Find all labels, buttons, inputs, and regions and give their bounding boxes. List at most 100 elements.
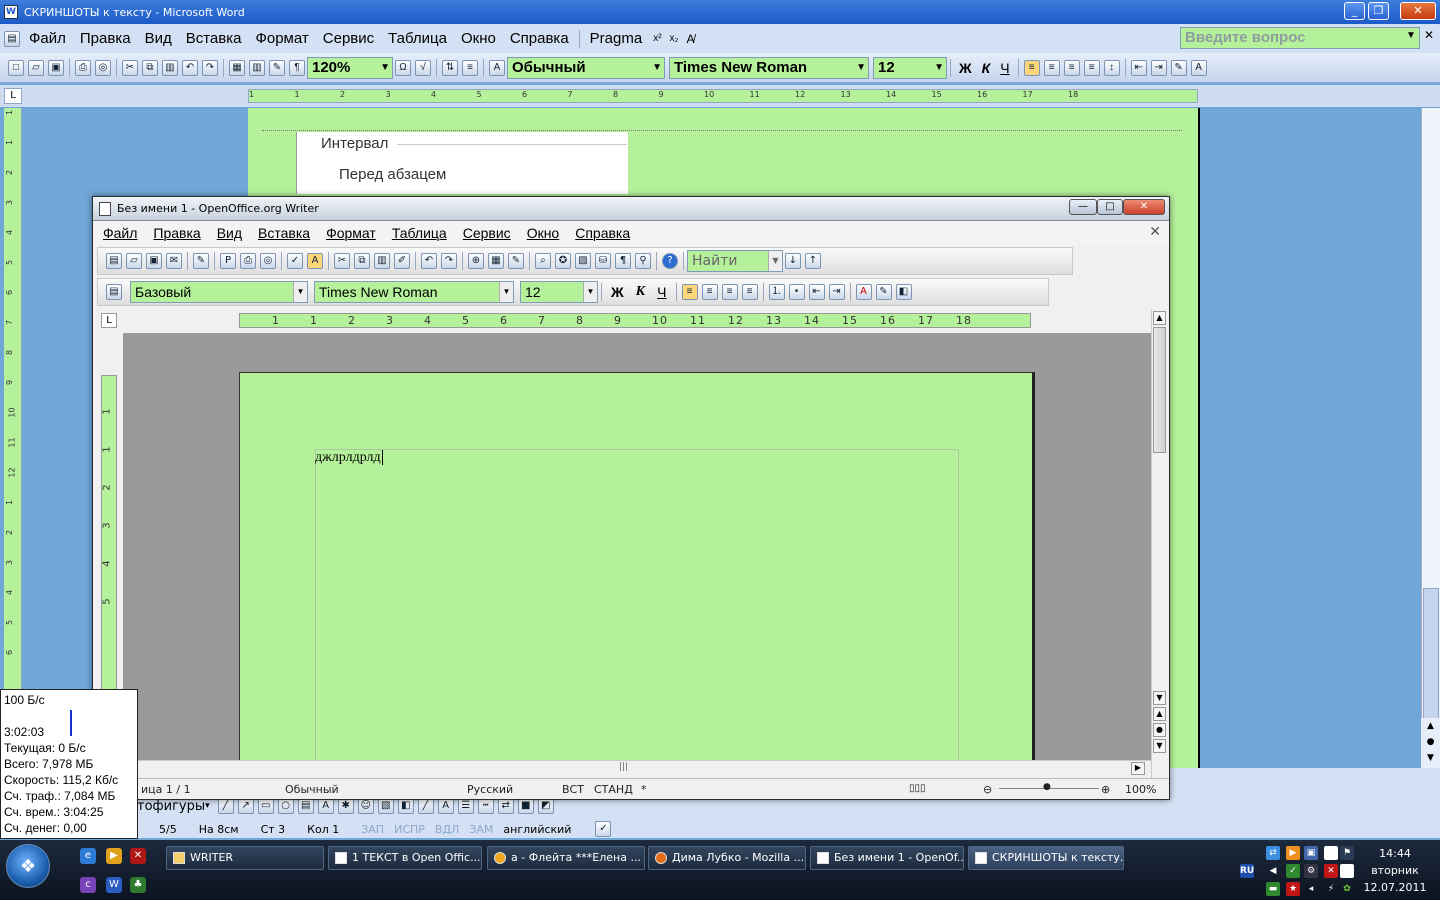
writer-hscroll-grip[interactable]: ||| <box>619 762 628 772</box>
undo-icon[interactable]: ↶ <box>182 59 198 76</box>
autoshapes-menu[interactable]: тофигуры <box>137 799 205 814</box>
ask-dropdown-icon[interactable]: ▼ <box>1406 30 1416 41</box>
writer-clone-icon[interactable]: ✐ <box>394 253 410 269</box>
tray-language-indicator[interactable]: RU <box>1240 864 1254 878</box>
writer-menu-tools[interactable]: Сервис <box>463 225 511 241</box>
word-vertical-scrollbar[interactable] <box>1421 108 1440 748</box>
tray-volume-icon[interactable]: ◂ <box>1304 882 1318 896</box>
writer-datasource-icon[interactable]: ⛁ <box>595 253 611 269</box>
writer-underline-button[interactable]: Ч <box>657 284 666 300</box>
new-doc-icon[interactable]: □ <box>8 59 24 76</box>
writer-new-icon[interactable]: ▤ <box>106 253 122 269</box>
writer-align-left-icon[interactable]: ≡ <box>681 284 698 300</box>
taskbar-item-firefox[interactable]: Дима Лубко - Mozilla ... <box>648 846 806 870</box>
status-language[interactable]: английский <box>503 823 571 836</box>
font-color-icon[interactable]: A <box>1190 59 1207 76</box>
sort-icon[interactable]: ⇅ <box>442 59 458 76</box>
list-icon[interactable]: ≡ <box>462 59 478 76</box>
writer-print-icon[interactable]: ⎙ <box>240 253 256 269</box>
tray-white-icon[interactable] <box>1340 864 1354 878</box>
align-right-icon[interactable]: ≡ <box>1063 59 1080 76</box>
cut-icon[interactable]: ✂ <box>122 59 138 76</box>
omega-icon[interactable]: Ω <box>395 59 411 76</box>
start-button[interactable]: ❖ <box>6 844 50 888</box>
picture-tool-icon[interactable]: ▧ <box>377 798 394 814</box>
writer-help-icon[interactable]: ? <box>662 253 678 269</box>
arrow-style-icon[interactable]: ⇄ <box>497 798 514 814</box>
textbox-tool-icon[interactable]: ▤ <box>297 798 314 814</box>
wordart-tool-icon[interactable]: A <box>317 798 334 814</box>
word-italic-button[interactable]: К <box>982 60 991 76</box>
oval-tool-icon[interactable]: ○ <box>277 798 294 814</box>
writer-justify-icon[interactable]: ≡ <box>741 284 758 300</box>
rectangle-tool-icon[interactable]: ▭ <box>257 798 274 814</box>
taskbar-item-writer-folder[interactable]: WRITER <box>166 846 324 870</box>
quicklaunch-x-icon[interactable]: ✕ <box>130 848 146 864</box>
columns-icon[interactable]: ▥ <box>249 59 265 76</box>
writer-scroll-thumb[interactable] <box>1153 327 1166 453</box>
line-color-icon[interactable]: ╱ <box>417 798 434 814</box>
shadow-icon[interactable]: ■ <box>517 798 534 814</box>
word-size-select[interactable]: 12 ▼ <box>873 56 947 79</box>
writer-tab-selector[interactable]: L <box>101 313 117 328</box>
writer-menu-format[interactable]: Формат <box>326 225 376 241</box>
writer-align-right-icon[interactable]: ≡ <box>721 284 738 300</box>
word-menu-tools[interactable]: Сервис <box>323 30 374 47</box>
writer-navigation-icon[interactable]: ● <box>1153 723 1166 737</box>
tray-blank-icon[interactable] <box>1324 846 1338 860</box>
arrow-tool-icon[interactable]: ↗ <box>237 798 254 814</box>
open-icon[interactable]: ▱ <box>28 59 44 76</box>
writer-paste-icon[interactable]: ▥ <box>374 253 390 269</box>
writer-edit-mode-icon[interactable]: ✎ <box>193 253 209 269</box>
writer-zoom-slider-thumb[interactable]: ● <box>1043 782 1051 792</box>
writer-gallery-icon[interactable]: ▧ <box>575 253 591 269</box>
tray-leaf-icon[interactable]: ✿ <box>1340 882 1354 896</box>
word-menu-window[interactable]: Окно <box>461 30 496 47</box>
draw-font-color-icon[interactable]: A <box>437 798 454 814</box>
status-track[interactable]: ИСПР <box>394 823 425 836</box>
diagram-tool-icon[interactable]: ✱ <box>337 798 354 814</box>
writer-save-icon[interactable]: ▣ <box>146 253 162 269</box>
highlight-icon[interactable]: ✎ <box>1170 59 1187 76</box>
writer-menu-window[interactable]: Окно <box>527 225 560 241</box>
word-style-select[interactable]: Обычный ▼ <box>507 56 665 79</box>
styles-icon[interactable]: A <box>489 59 505 76</box>
status-overtype[interactable]: ЗАМ <box>469 823 493 836</box>
tray-green-icon[interactable]: ▬ <box>1266 882 1280 896</box>
writer-vertical-scrollbar[interactable]: ▲ ▼ ▲ ● ▼ <box>1151 309 1167 779</box>
formula-icon[interactable]: √ <box>415 59 431 76</box>
word-doc-close-icon[interactable]: ✕ <box>1424 28 1434 42</box>
writer-table-icon[interactable]: ▦ <box>488 253 504 269</box>
writer-pdf-icon[interactable]: P <box>220 253 236 269</box>
tray-settings-icon[interactable]: ⚙ <box>1304 864 1318 878</box>
find-previous-icon[interactable]: ↑ <box>805 253 821 269</box>
writer-draw-icon[interactable]: ✎ <box>508 253 524 269</box>
writer-close-button[interactable]: ✕ <box>1123 199 1165 215</box>
clipart-tool-icon[interactable]: ☺ <box>357 798 374 814</box>
writer-hyperlink-icon[interactable]: ⊕ <box>468 253 484 269</box>
word-bold-button[interactable]: Ж <box>959 60 972 76</box>
writer-font-color-icon[interactable]: A <box>855 284 872 300</box>
drawing-icon[interactable]: ✎ <box>269 59 285 76</box>
writer-redo-icon[interactable]: ↷ <box>441 253 457 269</box>
writer-doc-close-icon[interactable]: ✕ <box>1149 223 1161 240</box>
taskbar-item-word-active[interactable]: СКРИНШОТЫ к тексту... <box>968 846 1124 870</box>
taskbar-item-writer[interactable]: Без имени 1 - OpenOf... <box>810 846 964 870</box>
writer-highlight-icon[interactable]: ✎ <box>875 284 892 300</box>
word-menu-view[interactable]: Вид <box>145 30 172 47</box>
word-browse-buttons[interactable]: ▲ ● ▼ <box>1421 718 1440 770</box>
tray-red-x-icon[interactable]: ✕ <box>1324 864 1338 878</box>
increase-indent-icon[interactable]: ⇥ <box>1150 59 1167 76</box>
writer-increase-indent-icon[interactable]: ⇥ <box>828 284 845 300</box>
writer-menu-view[interactable]: Вид <box>217 225 242 241</box>
writer-size-select[interactable]: 12 ▼ <box>520 281 598 303</box>
writer-minimize-button[interactable]: — <box>1069 199 1097 215</box>
writer-open-icon[interactable]: ▱ <box>126 253 142 269</box>
preview-icon[interactable]: ◎ <box>95 59 111 76</box>
save-icon[interactable]: ▣ <box>48 59 64 76</box>
line-spacing-icon[interactable]: ↕ <box>1103 59 1120 76</box>
tray-security-icon[interactable]: ✓ <box>1286 864 1300 878</box>
writer-zoom-out-icon[interactable]: ⊖ <box>983 783 992 796</box>
writer-document-text[interactable]: джлрлдрлд <box>315 450 383 466</box>
pilcrow-icon[interactable]: ¶ <box>289 59 305 76</box>
